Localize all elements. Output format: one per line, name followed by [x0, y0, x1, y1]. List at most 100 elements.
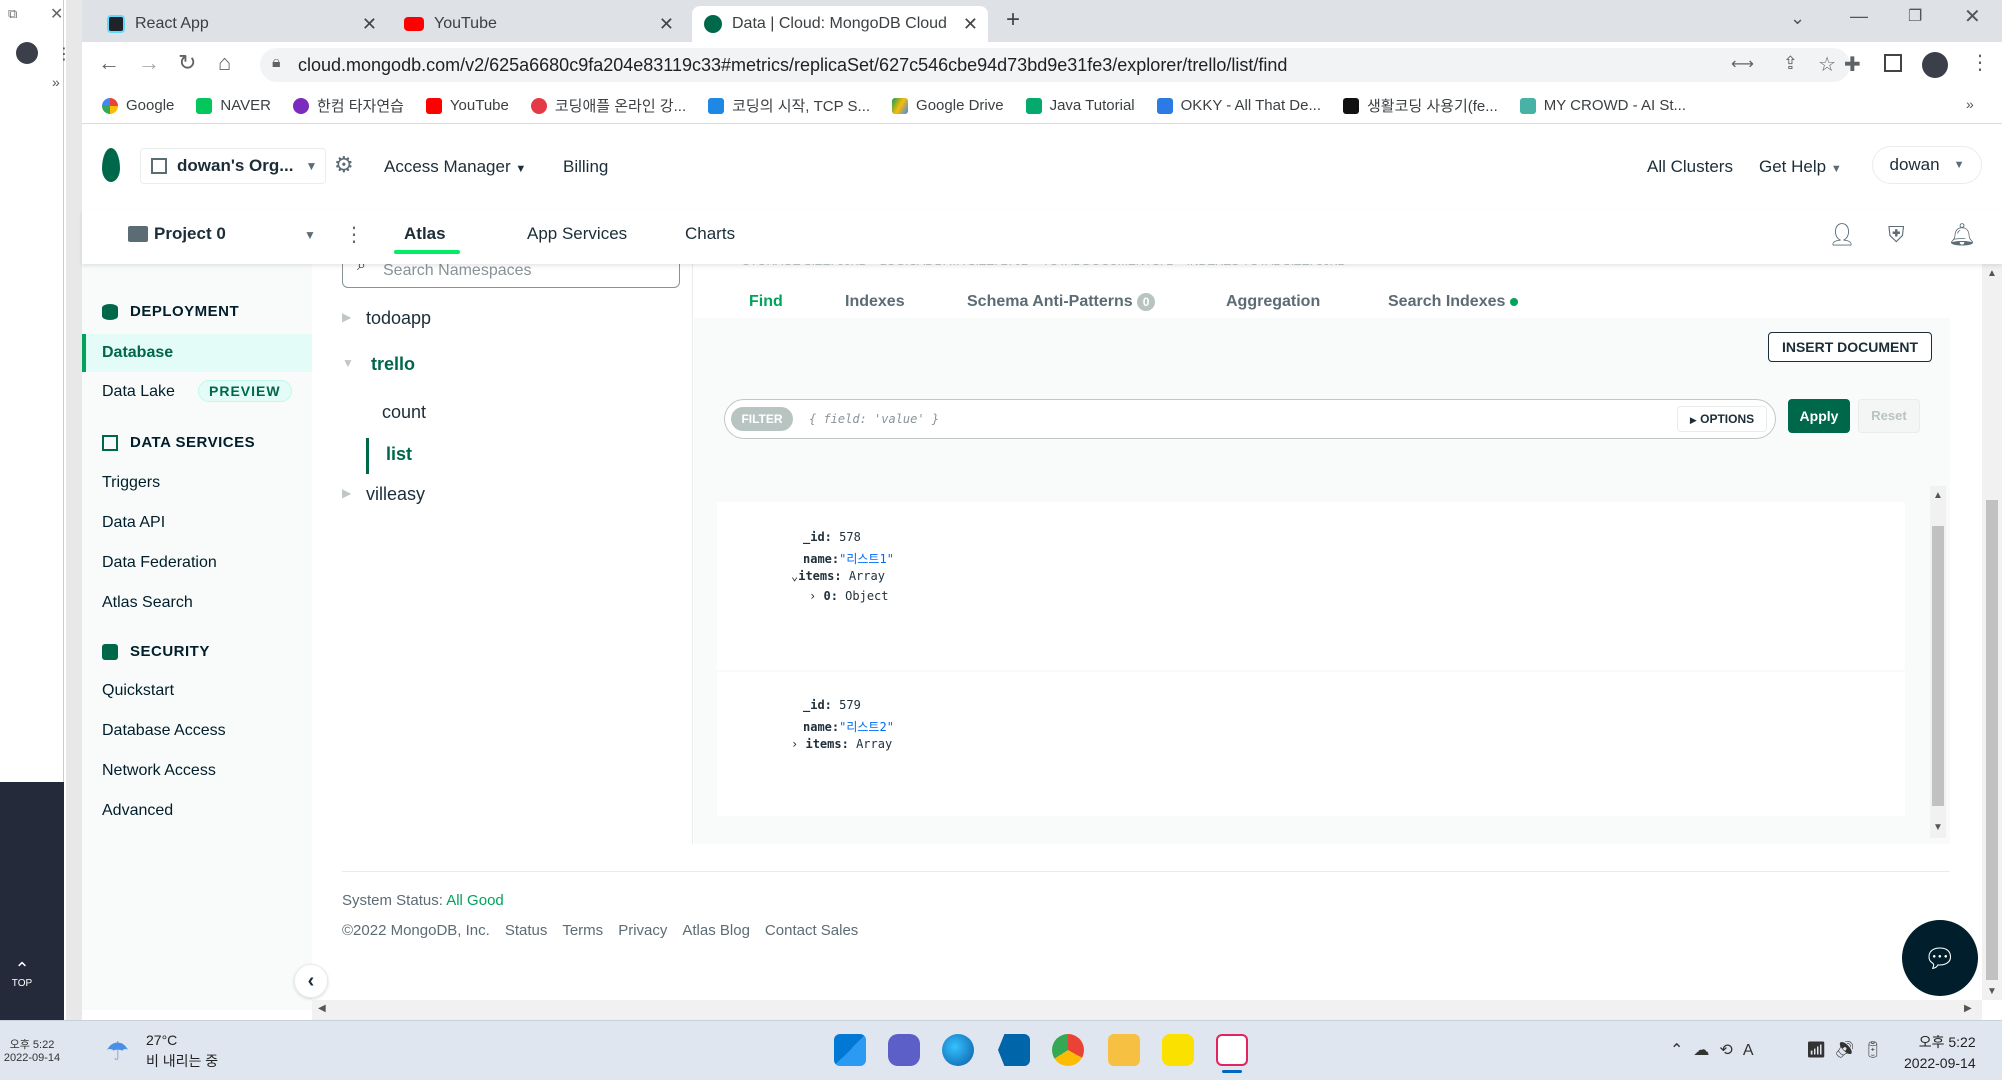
- top-button[interactable]: ⌃ TOP: [8, 960, 36, 996]
- snipping-tool-icon[interactable]: [1216, 1034, 1248, 1066]
- horizontal-scrollbar[interactable]: ◀ ▶: [312, 1000, 1982, 1020]
- file-explorer-icon[interactable]: [1108, 1034, 1140, 1066]
- bookmark-okky[interactable]: OKKY - All That De...: [1156, 97, 1321, 114]
- clock[interactable]: 오후 5:22 2022-09-14: [1904, 1032, 1976, 1071]
- scrollbar[interactable]: [66, 0, 82, 1032]
- collection-list[interactable]: list: [386, 444, 412, 465]
- share-icon[interactable]: ⇪: [1783, 53, 1798, 74]
- doc-field-items-0[interactable]: › 0: Object: [809, 589, 889, 603]
- all-clusters-link[interactable]: All Clusters: [1647, 157, 1733, 177]
- kakaotalk-icon[interactable]: [1162, 1034, 1194, 1066]
- db-todoapp[interactable]: todoapp: [366, 308, 431, 329]
- document-card[interactable]: _id: 579 name:"리스트2" › items: Array: [717, 672, 1905, 816]
- chat-app-icon[interactable]: [888, 1034, 920, 1066]
- sidebar-item-data-federation[interactable]: Data Federation: [102, 554, 217, 572]
- sidepanel-icon[interactable]: [1884, 54, 1902, 72]
- tab-search-indexes[interactable]: Search Indexes: [1388, 293, 1518, 311]
- bookmark-tcp[interactable]: 코딩의 시작, TCP S...: [708, 95, 870, 116]
- network-volume-battery[interactable]: 📶︎🔊︎🔋︎: [1806, 1040, 1891, 1060]
- user-menu[interactable]: dowan ▼: [1872, 146, 1982, 184]
- footer-link-terms[interactable]: Terms: [562, 922, 603, 939]
- sidebar-item-data-lake[interactable]: Data Lake: [102, 383, 175, 401]
- bookmark-google-drive[interactable]: Google Drive: [892, 97, 1004, 114]
- insert-document-button[interactable]: INSERT DOCUMENT: [1768, 332, 1932, 362]
- get-help-menu[interactable]: Get Help ▼: [1759, 157, 1842, 177]
- close-icon[interactable]: ✕: [963, 14, 978, 35]
- caret-right-icon[interactable]: ▶: [342, 310, 351, 324]
- maximize-button[interactable]: ❐: [1908, 6, 1922, 26]
- bookmark-opentutorials[interactable]: 생활코딩 사용기(fe...: [1342, 95, 1498, 116]
- tab-react-app[interactable]: React App ✕: [95, 6, 387, 42]
- extensions-icon[interactable]: ✚: [1844, 52, 1861, 77]
- sidebar-item-triggers[interactable]: Triggers: [102, 474, 160, 492]
- project-selector[interactable]: Project 0: [154, 224, 226, 244]
- footer-link-status[interactable]: Status: [505, 922, 548, 939]
- bookmark-google[interactable]: Google: [102, 97, 174, 114]
- vscode-icon[interactable]: [998, 1034, 1030, 1066]
- document-card[interactable]: _id: 578 name:"리스트1" ⌄items: Array › 0: …: [717, 502, 1905, 670]
- footer-link-atlas-blog[interactable]: Atlas Blog: [682, 922, 750, 939]
- options-button[interactable]: ▶ OPTIONS: [1677, 406, 1767, 432]
- doc-field-items[interactable]: › items: Array: [791, 737, 892, 751]
- page-scrollbar[interactable]: ▲ ▼: [1982, 264, 2002, 1000]
- translate-icon[interactable]: ⟷: [1731, 54, 1754, 74]
- minimize-button[interactable]: —: [1850, 6, 1868, 27]
- sidebar-item-quickstart[interactable]: Quickstart: [102, 682, 174, 700]
- documents-scrollbar[interactable]: ▲ ▼: [1930, 486, 1946, 838]
- reload-button[interactable]: ↻: [178, 50, 196, 76]
- bookmark-naver[interactable]: NAVER: [196, 97, 271, 114]
- bookmark-youtube[interactable]: YouTube: [425, 97, 509, 114]
- caret-down-icon[interactable]: ▼: [304, 228, 316, 242]
- new-tab-button[interactable]: +: [1006, 6, 1020, 34]
- weather-icon[interactable]: ☂: [106, 1036, 129, 1067]
- doc-field-items[interactable]: ⌄items: Array: [791, 569, 885, 583]
- star-icon[interactable]: ☆: [1818, 52, 1836, 77]
- close-window-button[interactable]: ✕: [1964, 4, 1981, 29]
- tab-charts[interactable]: Charts: [685, 224, 735, 244]
- collapse-sidebar-button[interactable]: ‹: [294, 964, 328, 998]
- close-icon[interactable]: ✕: [659, 14, 674, 35]
- footer-link-contact-sales[interactable]: Contact Sales: [765, 922, 858, 939]
- tab-schema-anti-patterns[interactable]: Schema Anti-Patterns 0: [967, 293, 1156, 311]
- caret-right-icon[interactable]: ▶: [342, 486, 351, 500]
- url-bar[interactable]: 🔒︎ cloud.mongodb.com/v2/625a6680c9fa204e…: [260, 48, 1850, 82]
- scrollbar-thumb[interactable]: [1986, 500, 1998, 980]
- status-link[interactable]: All Good: [446, 892, 504, 909]
- tab-atlas[interactable]: Atlas: [394, 224, 456, 252]
- footer-link-privacy[interactable]: Privacy: [618, 922, 667, 939]
- weather-widget[interactable]: 27°C 비 내리는 중: [146, 1032, 218, 1071]
- chevron-down-icon[interactable]: ⌄: [1790, 8, 1805, 29]
- forward-button[interactable]: →: [138, 50, 160, 76]
- reset-button[interactable]: Reset: [1858, 399, 1920, 433]
- tab-indexes[interactable]: Indexes: [845, 293, 905, 311]
- bookmark-mycrowd[interactable]: MY CROWD - AI St...: [1519, 97, 1686, 114]
- filter-input[interactable]: { field: 'value' }: [809, 412, 939, 426]
- close-icon[interactable]: ✕: [362, 14, 377, 35]
- org-selector[interactable]: dowan's Org... ▼: [140, 148, 326, 184]
- apply-button[interactable]: Apply: [1788, 399, 1850, 433]
- db-villeasy[interactable]: villeasy: [366, 484, 425, 505]
- bookmarks-more[interactable]: »: [1966, 96, 1974, 112]
- back-button[interactable]: ←: [98, 50, 120, 76]
- edge-icon[interactable]: [942, 1034, 974, 1066]
- sidebar-item-database[interactable]: Database: [82, 334, 312, 372]
- home-button[interactable]: ⌂: [218, 50, 231, 76]
- collection-count[interactable]: count: [382, 402, 426, 423]
- windows-start-icon[interactable]: [834, 1034, 866, 1066]
- caret-down-icon[interactable]: ▼: [342, 356, 354, 370]
- kebab-menu-icon[interactable]: ⋮: [344, 222, 364, 247]
- sidebar-item-database-access[interactable]: Database Access: [102, 722, 226, 740]
- db-trello[interactable]: trello: [371, 354, 415, 375]
- menu-dots-icon[interactable]: ⋮: [1970, 50, 1990, 75]
- avatar[interactable]: [16, 42, 38, 64]
- restore-icon[interactable]: ⧉: [8, 6, 17, 22]
- chrome-icon[interactable]: [1052, 1034, 1084, 1066]
- bookmark-codingapple[interactable]: 코딩애플 온라인 강...: [530, 95, 686, 116]
- sidebar-item-advanced[interactable]: Advanced: [102, 802, 173, 820]
- access-manager-menu[interactable]: Access Manager ▼: [384, 157, 526, 177]
- tab-youtube[interactable]: YouTube ✕: [392, 6, 684, 42]
- activity-feed-icon[interactable]: ⛨: [1888, 222, 1905, 248]
- tab-mongodb[interactable]: Data | Cloud: MongoDB Cloud ✕: [692, 6, 988, 42]
- sidebar-item-atlas-search[interactable]: Atlas Search: [102, 594, 193, 612]
- invite-user-icon[interactable]: 👤︎: [1828, 222, 1856, 248]
